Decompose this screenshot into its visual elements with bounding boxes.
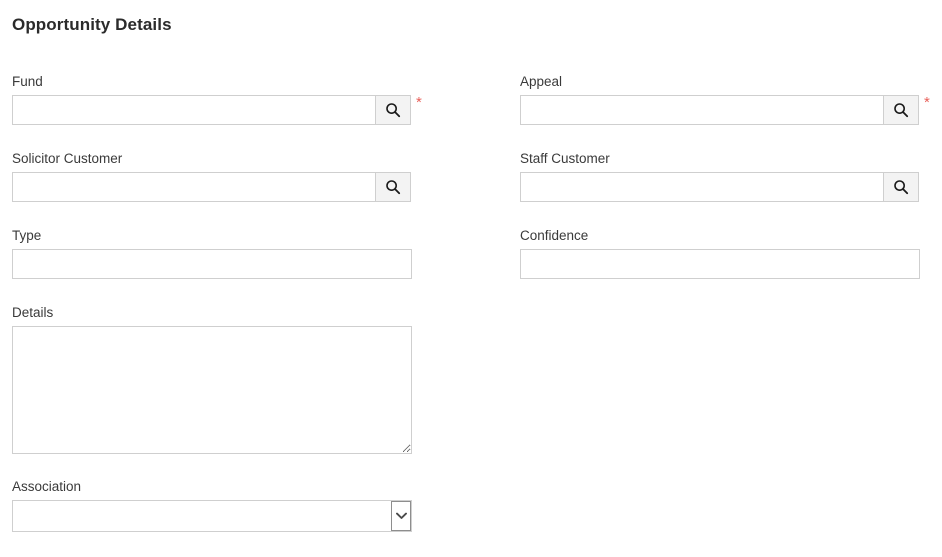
page-title: Opportunity Details	[12, 15, 172, 34]
field-details: Details	[12, 305, 412, 454]
solicitor-customer-input[interactable]	[12, 172, 376, 202]
field-label-confidence: Confidence	[520, 228, 589, 243]
field-control-fund: *	[12, 95, 422, 125]
required-indicator-appeal: *	[924, 94, 930, 111]
field-label-type: Type	[12, 228, 42, 243]
field-label-association: Association	[12, 479, 82, 494]
field-control-appeal: *	[520, 95, 930, 125]
field-label-staff-customer: Staff Customer	[520, 151, 610, 166]
field-label-solicitor-customer: Solicitor Customer	[12, 151, 123, 166]
details-textarea[interactable]	[12, 326, 412, 454]
field-label-details: Details	[12, 305, 54, 320]
field-appeal: Appeal *	[520, 74, 930, 125]
field-solicitor-customer: Solicitor Customer	[12, 151, 411, 202]
type-input[interactable]	[12, 249, 412, 279]
field-label-appeal: Appeal	[520, 74, 563, 89]
field-control-association	[12, 500, 412, 532]
field-association: Association	[12, 479, 412, 532]
field-label-fund: Fund	[12, 74, 43, 89]
opportunity-details-form: Opportunity Details Fund * Solicitor Cus…	[0, 0, 942, 557]
fund-input[interactable]	[12, 95, 376, 125]
field-control-confidence	[520, 249, 920, 279]
association-select[interactable]	[12, 500, 412, 532]
field-confidence: Confidence	[520, 228, 920, 279]
search-icon	[385, 179, 401, 195]
fund-search-button[interactable]	[375, 95, 411, 125]
search-icon	[893, 102, 909, 118]
appeal-input[interactable]	[520, 95, 884, 125]
solicitor-customer-search-button[interactable]	[375, 172, 411, 202]
search-icon	[385, 102, 401, 118]
staff-customer-search-button[interactable]	[883, 172, 919, 202]
field-staff-customer: Staff Customer	[520, 151, 919, 202]
search-icon	[893, 179, 909, 195]
field-type: Type	[12, 228, 412, 279]
field-control-solicitor-customer	[12, 172, 411, 202]
confidence-input[interactable]	[520, 249, 920, 279]
appeal-search-button[interactable]	[883, 95, 919, 125]
field-fund: Fund *	[12, 74, 422, 125]
field-control-staff-customer	[520, 172, 919, 202]
field-control-type	[12, 249, 412, 279]
required-indicator-fund: *	[416, 94, 422, 111]
staff-customer-input[interactable]	[520, 172, 884, 202]
